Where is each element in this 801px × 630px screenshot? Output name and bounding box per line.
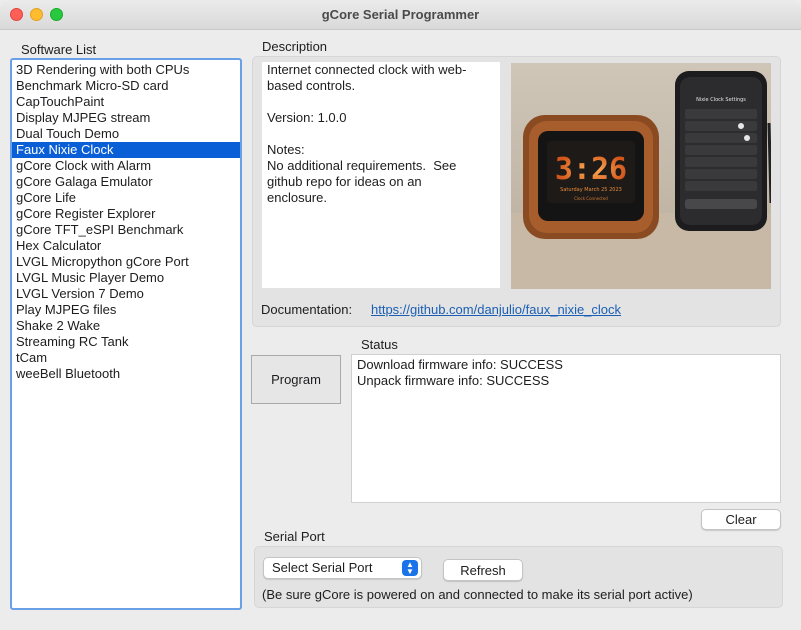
clock-status: Clock Connected [574,196,608,201]
clear-button[interactable]: Clear [701,509,781,530]
serial-port-hint: (Be sure gCore is powered on and connect… [262,587,693,602]
software-list-item[interactable]: weeBell Bluetooth [12,366,240,382]
software-list-item[interactable]: gCore Clock with Alarm [12,158,240,174]
software-list-item[interactable]: Dual Touch Demo [12,126,240,142]
software-list-item[interactable]: LVGL Micropython gCore Port [12,254,240,270]
product-photo: 3:26 Saturday March 25 2023 Clock Connec… [511,63,771,289]
software-list-item[interactable]: gCore Galaga Emulator [12,174,240,190]
software-list-item[interactable]: gCore Life [12,190,240,206]
status-line: Download firmware info: SUCCESS [357,357,563,372]
software-list-item[interactable]: CapTouchPaint [12,94,240,110]
clock-time: 3:26 [555,152,627,187]
software-list-item[interactable]: Play MJPEG files [12,302,240,318]
app-window: gCore Serial Programmer Software List 3D… [0,0,801,630]
documentation-link[interactable]: https://github.com/danjulio/faux_nixie_c… [371,302,621,317]
software-list-item[interactable]: Shake 2 Wake [12,318,240,334]
phone-title: Nixie Clock Settings [696,97,746,103]
software-list-item[interactable]: gCore TFT_eSPI Benchmark [12,222,240,238]
software-list-item[interactable]: Display MJPEG stream [12,110,240,126]
description-text: Internet connected clock with web- based… [262,62,500,288]
software-list-item[interactable]: Benchmark Micro-SD card [12,78,240,94]
software-list-item[interactable]: Faux Nixie Clock [12,142,240,158]
chevron-up-down-icon: ▲ ▼ [402,560,418,576]
refresh-button[interactable]: Refresh [443,559,523,581]
status-log[interactable]: Download firmware info: SUCCESS Unpack f… [351,354,781,503]
software-list-item[interactable]: tCam [12,350,240,366]
description-label: Description [262,39,328,54]
product-photo-image: 3:26 Saturday March 25 2023 Clock Connec… [511,63,771,289]
serial-port-select[interactable]: Select Serial Port ▲ ▼ [263,557,422,579]
software-list-item[interactable]: 3D Rendering with both CPUs [12,62,240,78]
status-label: Status [361,337,398,352]
status-line: Unpack firmware info: SUCCESS [357,373,550,388]
title-bar: gCore Serial Programmer [0,0,801,30]
software-list-label: Software List [21,42,97,57]
program-button[interactable]: Program [251,355,341,404]
window-title: gCore Serial Programmer [321,7,480,22]
software-list-item[interactable]: LVGL Music Player Demo [12,270,240,286]
clock-date: Saturday March 25 2023 [560,187,622,193]
software-list-item[interactable]: Streaming RC Tank [12,334,240,350]
software-list-item[interactable]: gCore Register Explorer [12,206,240,222]
serial-port-select-value: Select Serial Port [272,560,373,575]
software-list-item[interactable]: LVGL Version 7 Demo [12,286,240,302]
software-list[interactable]: 3D Rendering with both CPUs Benchmark Mic… [10,58,242,610]
serial-port-label: Serial Port [264,529,325,544]
software-list-item[interactable]: Hex Calculator [12,238,240,254]
documentation-label: Documentation: [261,302,353,317]
